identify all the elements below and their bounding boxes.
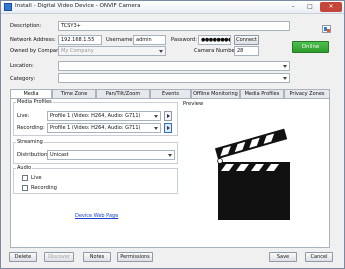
camera-number-field[interactable]: 28	[234, 46, 259, 56]
maximize-button[interactable]: □	[302, 2, 318, 12]
audio-title: Audio	[16, 165, 33, 171]
category-label: Category:	[10, 76, 36, 82]
online-button[interactable]: Online	[292, 41, 329, 53]
install-dialog: Install - Digital Video Device - ONVIF C…	[0, 0, 345, 269]
permissions-button[interactable]: Permissions	[117, 252, 153, 262]
app-icon	[4, 3, 12, 11]
help-icon[interactable]	[322, 25, 331, 33]
tab-pan-tilt-zoom[interactable]: Pan/Tilt/Zoom	[96, 89, 150, 98]
username-field[interactable]: admin	[133, 35, 166, 45]
live-profile-label: Live:	[17, 113, 30, 119]
network-address-field[interactable]: 192.168.1.55	[58, 35, 102, 45]
audio-live-checkbox[interactable]	[22, 175, 28, 181]
audio-recording-checkbox[interactable]	[22, 185, 28, 191]
minimize-button[interactable]: –	[285, 2, 301, 12]
audio-live-label: Live	[31, 175, 42, 181]
title-bar[interactable]: Install - Digital Video Device - ONVIF C…	[1, 1, 344, 14]
connect-button[interactable]: Connect	[234, 35, 259, 45]
device-web-page-link[interactable]: Device Web Page	[75, 213, 118, 219]
window-title: Install - Digital Video Device - ONVIF C…	[15, 3, 141, 9]
password-label: Password:	[171, 37, 197, 43]
save-button[interactable]: Save	[269, 252, 297, 262]
password-field[interactable]: ●●●●●●●●●	[198, 35, 231, 45]
live-profile-dropdown[interactable]: Profile 1 (Video: H264, Audio: G711)	[47, 111, 161, 121]
description-label: Description:	[10, 23, 42, 29]
description-field[interactable]: TCSY3+	[58, 21, 290, 31]
live-play-icon[interactable]	[164, 111, 172, 121]
tab-privacy-zones[interactable]: Privacy Zones	[284, 89, 330, 98]
streaming-title: Streaming	[16, 139, 44, 145]
location-dropdown[interactable]	[58, 61, 290, 71]
clapperboard-icon	[214, 128, 290, 220]
tab-events[interactable]: Events	[150, 89, 191, 98]
delete-button[interactable]: Delete	[9, 252, 37, 262]
category-dropdown[interactable]	[58, 73, 290, 83]
cancel-button[interactable]: Cancel	[305, 252, 333, 262]
preview-area	[182, 107, 326, 242]
network-address-label: Network Address:	[10, 37, 56, 43]
location-label: Location:	[10, 63, 34, 69]
username-label: Username:	[106, 37, 135, 43]
audio-recording-label: Recording	[31, 185, 57, 191]
recording-profile-label: Recording:	[17, 125, 45, 131]
camera-number-label: Camera Number:	[194, 48, 239, 54]
recording-play-icon[interactable]	[164, 123, 172, 133]
notes-button[interactable]: Notes	[83, 252, 111, 262]
tab-offline-monitoring[interactable]: Offline Monitoring	[191, 89, 240, 98]
owned-by-label: Owned by Company:	[10, 48, 64, 54]
owned-by-dropdown[interactable]: My Company	[58, 46, 166, 56]
close-button[interactable]: ✕	[320, 2, 342, 12]
tab-time-zone[interactable]: Time Zone	[52, 89, 96, 98]
tab-media-profiles[interactable]: Media Profiles	[240, 89, 284, 98]
distribution-label: Distribution:	[17, 152, 50, 158]
recording-profile-dropdown[interactable]: Profile 1 (Video: H264, Audio: G711)	[47, 123, 161, 133]
distribution-dropdown[interactable]: Unicast	[47, 150, 175, 160]
media-profiles-title: Media Profiles	[16, 99, 53, 105]
tab-strip: Media Time Zone Pan/Tilt/Zoom Events Off…	[10, 89, 330, 99]
discover-button[interactable]: Discover	[44, 252, 74, 262]
